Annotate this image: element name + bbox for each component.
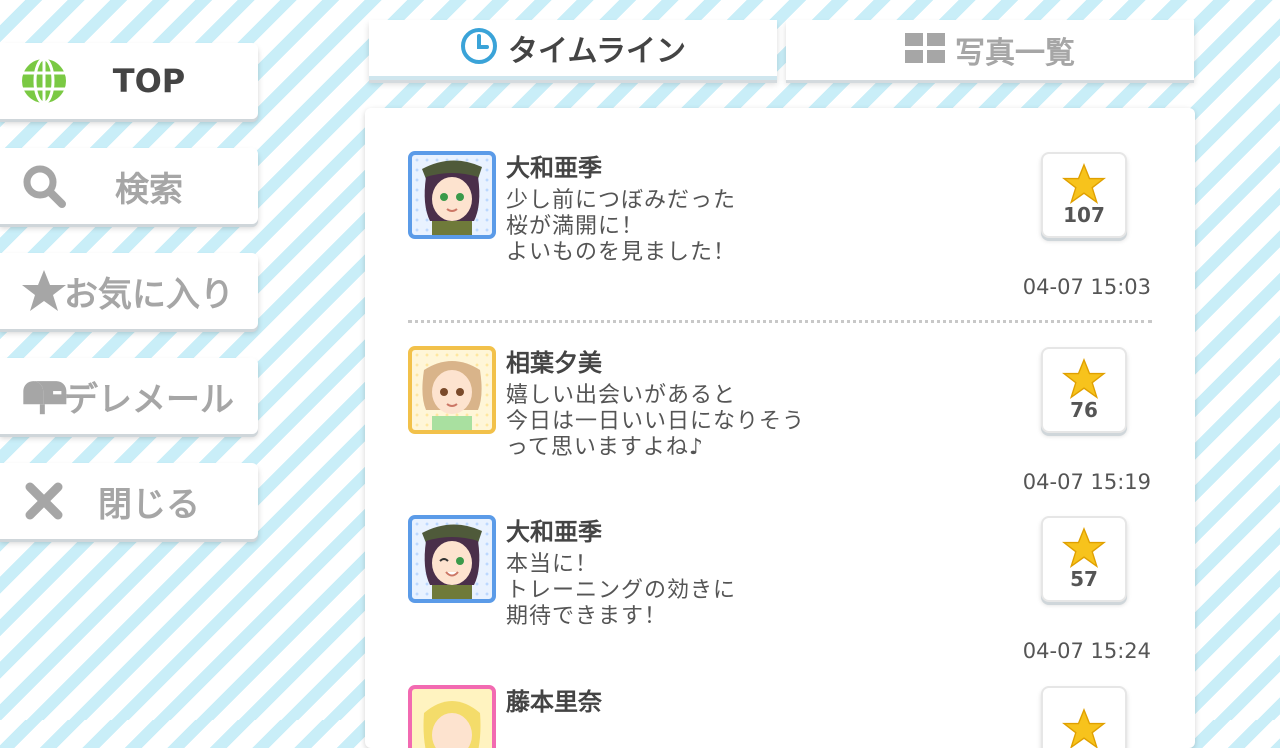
- post-message: 少し前につぼみだった 桜が満開に！ よいものを見ました！: [506, 188, 737, 265]
- sidebar-item-deremail[interactable]: デレメール: [0, 358, 258, 434]
- avatar[interactable]: [408, 515, 496, 603]
- poster-name: 相葉夕美: [506, 349, 602, 377]
- grid-icon: [905, 33, 945, 67]
- sidebar-item-label: 閉じる: [98, 484, 200, 525]
- avatar[interactable]: [408, 685, 496, 748]
- post-message: 本当に！ トレーニングの効きに 期待できます！: [506, 552, 737, 629]
- like-count: 107: [1063, 203, 1105, 227]
- like-button[interactable]: 107: [1041, 152, 1127, 238]
- tab-label: 写真一覧: [955, 36, 1075, 71]
- sidebar-item-close[interactable]: 閉じる: [0, 463, 258, 539]
- poster-name: 大和亜季: [506, 154, 602, 182]
- sidebar-item-top[interactable]: TOP: [0, 43, 258, 119]
- tab-photo-list[interactable]: 写真一覧: [786, 20, 1194, 80]
- post-timestamp: 04-07 15:24: [1022, 639, 1151, 663]
- like-button[interactable]: 76: [1041, 347, 1127, 433]
- sidebar-item-search[interactable]: 検索: [0, 148, 258, 224]
- star-icon: [1062, 358, 1106, 400]
- sidebar-item-label: お気に入り: [64, 274, 234, 315]
- poster-name: 大和亜季: [506, 518, 602, 546]
- avatar[interactable]: [408, 151, 496, 239]
- like-count: 57: [1070, 567, 1098, 591]
- sidebar-item-label: TOP: [112, 62, 186, 100]
- tab-label: タイムライン: [508, 34, 686, 69]
- tab-timeline[interactable]: タイムライン: [369, 20, 777, 80]
- avatar[interactable]: [408, 346, 496, 434]
- sidebar-item-favorites[interactable]: お気に入り: [0, 253, 258, 329]
- star-icon: [1062, 708, 1106, 748]
- post-timestamp: 04-07 15:19: [1022, 470, 1151, 494]
- like-count: 76: [1070, 398, 1098, 422]
- sidebar-item-label: デレメール: [64, 379, 234, 420]
- timeline-panel[interactable]: 大和亜季 少し前につぼみだった 桜が満開に！ よいものを見ました！ 107 04…: [365, 108, 1195, 748]
- divider: [408, 320, 1152, 323]
- star-icon: [1062, 163, 1106, 205]
- like-button[interactable]: 57: [1041, 516, 1127, 602]
- like-button[interactable]: [1041, 686, 1127, 748]
- sidebar-item-label: 検索: [115, 169, 183, 210]
- poster-name: 藤本里奈: [506, 688, 602, 716]
- star-icon: [1062, 527, 1106, 569]
- post-timestamp: 04-07 15:03: [1022, 275, 1151, 299]
- clock-icon: [460, 27, 498, 69]
- post-message: 嬉しい出会いがあると 今日は一日いい日になりそう って思いますよね♪: [506, 383, 806, 460]
